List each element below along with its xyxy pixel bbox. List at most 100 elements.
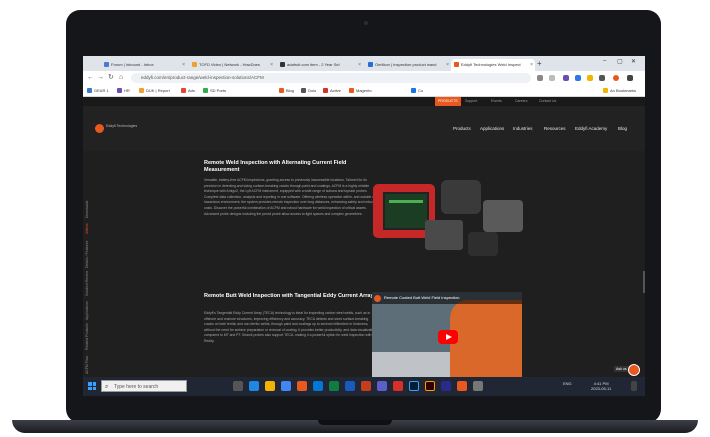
section-body: Versatile, battery-free ACFM inspections… xyxy=(204,178,379,216)
tab-label: Oerlikon | Inspection product wand xyxy=(375,62,437,67)
bookmark-icon xyxy=(181,88,186,93)
all-bookmarks[interactable]: An Bookmarks xyxy=(603,86,636,95)
task-view-icon[interactable] xyxy=(233,381,243,391)
nav-applications[interactable]: Applications xyxy=(480,126,504,132)
sidebar-link-active[interactable]: Videos xyxy=(85,223,89,234)
menu-kebab-icon[interactable] xyxy=(627,75,633,81)
section-title: Remote Weld Inspection with Alternating … xyxy=(204,160,347,173)
nav-academy[interactable]: Eddyfi Academy xyxy=(575,126,607,132)
bookmark-icon xyxy=(301,88,306,93)
utility-link-events[interactable]: Events xyxy=(491,97,502,106)
bookmark-item[interactable]: Blog xyxy=(279,86,294,95)
bookmark-item[interactable]: SD Ports xyxy=(203,86,226,95)
sidebar-link[interactable]: Solution Review xyxy=(85,271,89,296)
excel-icon[interactable] xyxy=(329,381,339,391)
edge-icon[interactable] xyxy=(249,381,259,391)
folder-icon xyxy=(603,88,608,93)
photoshop-icon[interactable] xyxy=(409,381,419,391)
scrollbar-thumb[interactable] xyxy=(643,271,645,293)
sidebar-link[interactable]: ACFM Flaw xyxy=(85,356,89,374)
extension-icon[interactable] xyxy=(563,75,569,81)
chrome-icon[interactable] xyxy=(281,381,291,391)
tab-label: Eddyfi Technologies Weld Inspect xyxy=(461,62,521,67)
bookmark-item[interactable]: HR xyxy=(117,86,130,95)
nav-blog[interactable]: Blog xyxy=(618,126,627,132)
sidebar-link[interactable]: Applications xyxy=(85,301,89,320)
nav-industries[interactable]: Industries xyxy=(513,126,533,132)
section-title: Remote Butt Weld Inspection with Tangent… xyxy=(204,293,374,299)
sidebar-link[interactable]: Downloads xyxy=(85,201,89,218)
utility-link-contact[interactable]: Contact Us xyxy=(539,97,556,106)
nav-resources[interactable]: Resources xyxy=(544,126,566,132)
bookmark-item[interactable]: DUK | Report xyxy=(139,86,170,95)
browser-tab[interactable]: TOFD Video | Network - HowDoes × xyxy=(189,59,275,71)
app-icon[interactable] xyxy=(457,381,467,391)
word-icon[interactable] xyxy=(345,381,355,391)
extensions-puzzle-icon[interactable] xyxy=(599,75,605,81)
clock-date: 2023-05-11 xyxy=(591,386,612,391)
browser-tab[interactable]: adafruit.com item - 2 Year Sel × xyxy=(277,59,363,71)
powerpoint-icon[interactable] xyxy=(361,381,371,391)
browser-tab-active[interactable]: Eddyfi Technologies Weld Inspect × xyxy=(451,59,535,71)
chat-label: Ask us xyxy=(614,366,629,372)
tray-language[interactable]: ENG xyxy=(563,381,572,386)
bookmark-label: Ads xyxy=(188,88,195,93)
bookmark-item[interactable]: GEAR 1 xyxy=(87,86,109,95)
close-icon[interactable]: × xyxy=(530,59,533,71)
profile-avatar[interactable] xyxy=(613,75,619,81)
acrobat-icon[interactable] xyxy=(393,381,403,391)
extension-icon[interactable] xyxy=(587,75,593,81)
reload-icon[interactable]: ↻ xyxy=(108,73,114,83)
tab-label: TOFD Video | Network - HowDoes xyxy=(199,62,260,67)
browser-tab[interactable]: Oerlikon | Inspection product wand × xyxy=(365,59,451,71)
search-icon: ⌕ xyxy=(105,384,109,390)
eddyfi-logo-icon[interactable] xyxy=(95,124,104,133)
bookmark-label: Blog xyxy=(286,88,295,93)
bookmark-item[interactable]: Active xyxy=(323,86,341,95)
youtube-play-icon[interactable] xyxy=(438,330,458,344)
maximize-icon[interactable]: ▢ xyxy=(617,58,623,65)
teams-icon[interactable] xyxy=(377,381,387,391)
home-icon[interactable]: ⌂ xyxy=(119,73,123,83)
probe-scanner xyxy=(468,232,498,256)
windows-start-icon[interactable] xyxy=(88,382,96,390)
tab-favicon-icon xyxy=(104,62,109,67)
bookmark-icon xyxy=(117,88,122,93)
bookmark-star-icon[interactable] xyxy=(549,75,555,81)
bookmark-label: Magento xyxy=(356,88,372,93)
close-icon[interactable]: × xyxy=(446,59,449,71)
zoom-icon[interactable] xyxy=(537,75,543,81)
utility-link-careers[interactable]: Careers xyxy=(515,97,527,106)
outlook-icon[interactable] xyxy=(313,381,323,391)
illustrator-icon[interactable] xyxy=(425,381,435,391)
minimize-icon[interactable]: – xyxy=(603,58,606,64)
close-icon[interactable]: × xyxy=(270,59,273,71)
tray-clock[interactable]: 4:41 PM 2023-05-11 xyxy=(591,381,611,391)
extension-icon[interactable] xyxy=(575,75,581,81)
bookmark-item[interactable]: Co xyxy=(411,86,423,95)
notification-icon[interactable] xyxy=(631,381,637,391)
utility-link-products[interactable]: PRODUCTS xyxy=(435,97,461,106)
taskbar-search[interactable]: ⌕ Type here to search xyxy=(101,380,187,392)
sidebar-link[interactable]: Details / Features xyxy=(85,241,89,268)
new-tab-button[interactable]: + xyxy=(537,59,542,69)
close-window-icon[interactable]: ✕ xyxy=(631,58,636,65)
bookmark-item[interactable]: Ads xyxy=(181,86,195,95)
app-icon[interactable] xyxy=(473,381,483,391)
browser-tab[interactable]: Forum | Inbound - Inbox × xyxy=(101,59,187,71)
probe-scanner xyxy=(441,180,481,214)
sidebar-link[interactable]: Related Products xyxy=(85,323,89,350)
forward-icon[interactable]: → xyxy=(97,73,104,83)
back-icon[interactable]: ← xyxy=(87,73,94,83)
chat-widget-icon[interactable] xyxy=(628,364,640,376)
webcam xyxy=(364,21,368,25)
close-icon[interactable]: × xyxy=(358,59,361,71)
app-icon[interactable] xyxy=(441,381,451,391)
close-icon[interactable]: × xyxy=(182,59,185,71)
bookmark-item[interactable]: Magento xyxy=(349,86,372,95)
bookmark-item[interactable]: Dolo xyxy=(301,86,316,95)
app-icon[interactable] xyxy=(297,381,307,391)
nav-products[interactable]: Products xyxy=(453,126,471,132)
utility-link-support[interactable]: Support xyxy=(465,97,477,106)
file-explorer-icon[interactable] xyxy=(265,381,275,391)
